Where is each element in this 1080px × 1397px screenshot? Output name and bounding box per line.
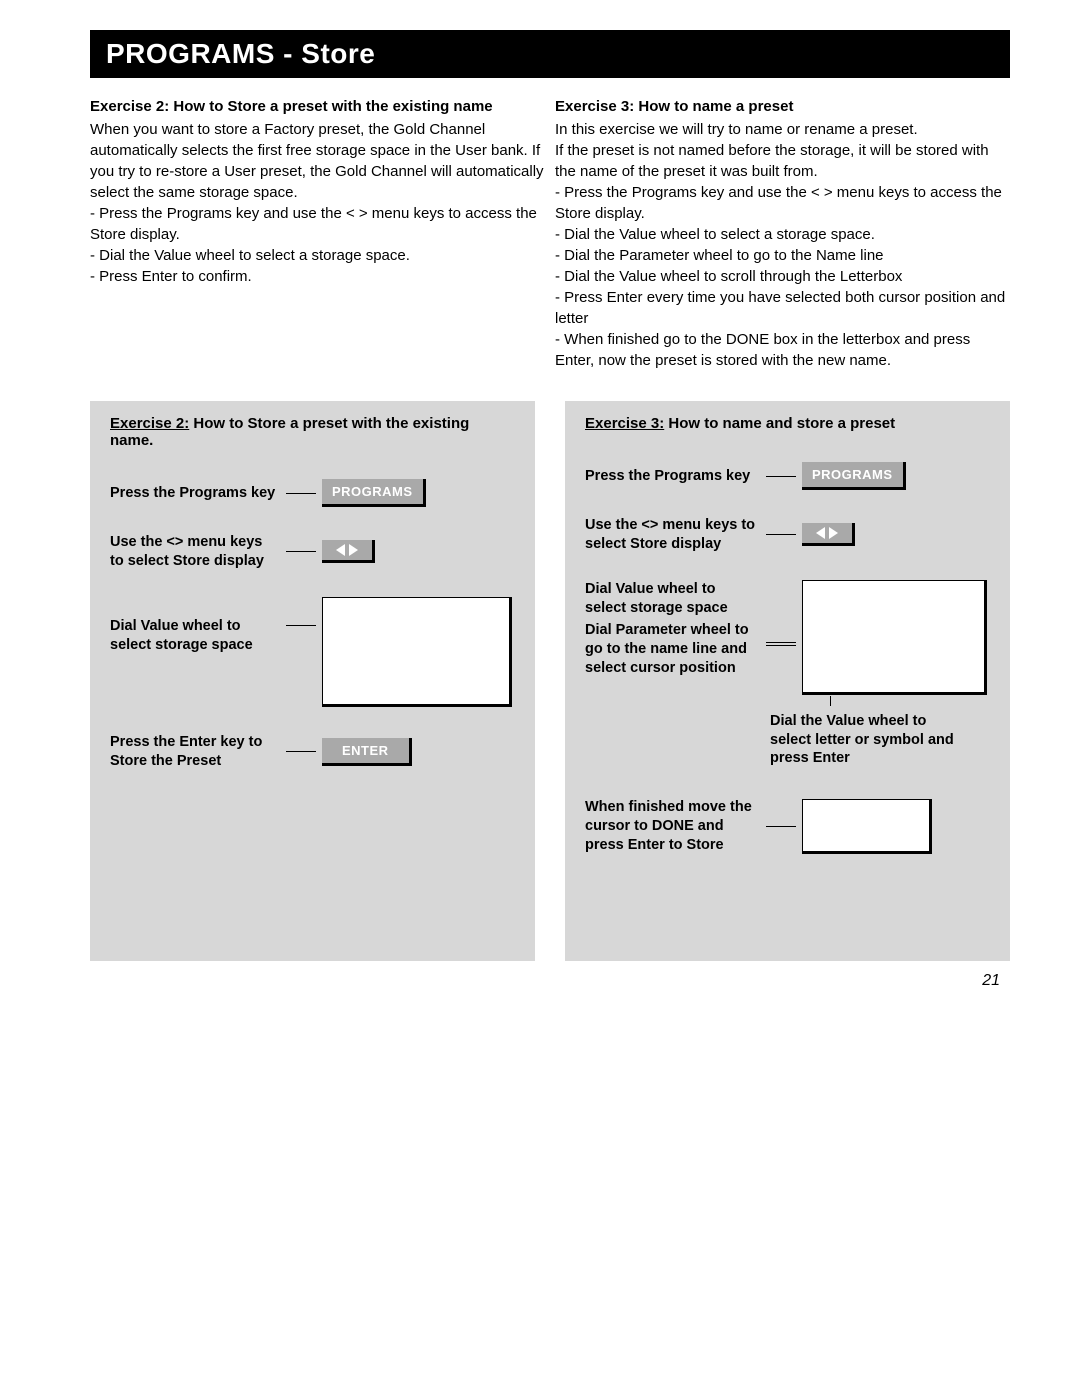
right-arrow-icon xyxy=(829,527,838,539)
step-dial-value: Dial Value wheel to select storage space xyxy=(110,597,515,707)
exercise-2-diagram: Exercise 2: How to Store a preset with t… xyxy=(90,401,535,961)
ex2-bullet: - Press the Programs key and use the < >… xyxy=(90,203,545,245)
ex3-paragraph: In this exercise we will try to name or … xyxy=(555,119,1010,140)
ex2-bullet: - Press Enter to confirm. xyxy=(90,266,545,287)
step-menu-keys: Use the <> menu keys to select Store dis… xyxy=(110,533,515,571)
diagram-title: Exercise 2: How to Store a preset with t… xyxy=(110,415,515,449)
arrow-buttons xyxy=(802,523,855,546)
connector-line xyxy=(766,476,796,477)
left-arrow-icon xyxy=(336,544,345,556)
title-bar: PROGRAMS - Store xyxy=(90,30,1010,78)
programs-button: PROGRAMS xyxy=(322,479,426,507)
ex3-paragraph: If the preset is not named before the st… xyxy=(555,140,1010,182)
ex2-bullet: - Dial the Value wheel to select a stora… xyxy=(90,245,545,266)
display-box xyxy=(322,597,512,707)
intro-left: Exercise 2: How to Store a preset with t… xyxy=(90,96,545,371)
ex3-bullet: - Dial the Parameter wheel to go to the … xyxy=(555,245,1010,266)
step-label: Dial Value wheel to select storage space xyxy=(585,580,760,618)
step-caption: Dial the Value wheel to select letter or… xyxy=(770,712,970,769)
programs-button: PROGRAMS xyxy=(802,462,906,490)
ex2-heading: Exercise 2: How to Store a preset with t… xyxy=(90,96,545,117)
connector-line xyxy=(830,696,831,706)
ex3-bullet: - Dial the Value wheel to select a stora… xyxy=(555,224,1010,245)
step-label: Use the <> menu keys to select Store dis… xyxy=(110,533,280,571)
connector-line xyxy=(766,645,796,646)
step-press-enter: Press the Enter key to Store the Preset … xyxy=(110,733,515,771)
arrow-buttons xyxy=(322,540,375,563)
ex2-paragraph: When you want to store a Factory preset,… xyxy=(90,119,545,203)
ex3-bullet: - Press Enter every time you have select… xyxy=(555,287,1010,329)
step-dial-group: Dial Value wheel to select storage space… xyxy=(585,580,990,769)
ex3-bullet: - When finished go to the DONE box in th… xyxy=(555,329,1010,371)
connector-line xyxy=(286,493,316,494)
right-arrow-icon xyxy=(349,544,358,556)
step-programs-key: Press the Programs key PROGRAMS xyxy=(110,479,515,507)
left-arrow-icon xyxy=(816,527,825,539)
connector-line xyxy=(286,751,316,752)
connector-line xyxy=(766,642,796,643)
connector-line xyxy=(766,826,796,827)
step-programs-key: Press the Programs key PROGRAMS xyxy=(585,462,990,490)
display-box xyxy=(802,799,932,854)
step-label: When finished move the cursor to DONE an… xyxy=(585,798,760,855)
intro-right: Exercise 3: How to name a preset In this… xyxy=(555,96,1010,371)
ex3-bullet: - Press the Programs key and use the < >… xyxy=(555,182,1010,224)
step-label: Press the Programs key xyxy=(585,467,760,486)
step-label: Dial Parameter wheel to go to the name l… xyxy=(585,621,760,678)
exercise-3-diagram: Exercise 3: How to name and store a pres… xyxy=(565,401,1010,961)
connector-line xyxy=(286,551,316,552)
step-label: Press the Programs key xyxy=(110,484,280,503)
display-box xyxy=(802,580,987,695)
enter-button: ENTER xyxy=(322,738,412,766)
diagram-title: Exercise 3: How to name and store a pres… xyxy=(585,415,990,432)
step-done: When finished move the cursor to DONE an… xyxy=(585,798,990,855)
step-menu-keys: Use the <> menu keys to select Store dis… xyxy=(585,516,990,554)
connector-line xyxy=(286,625,316,626)
step-label: Press the Enter key to Store the Preset xyxy=(110,733,280,771)
step-label: Dial Value wheel to select storage space xyxy=(110,617,280,655)
ex3-bullet: - Dial the Value wheel to scroll through… xyxy=(555,266,1010,287)
intro-text: Exercise 2: How to Store a preset with t… xyxy=(90,96,1010,371)
connector-line xyxy=(766,534,796,535)
page-number: 21 xyxy=(982,972,1000,990)
ex3-heading: Exercise 3: How to name a preset xyxy=(555,96,1010,117)
step-label: Use the <> menu keys to select Store dis… xyxy=(585,516,760,554)
